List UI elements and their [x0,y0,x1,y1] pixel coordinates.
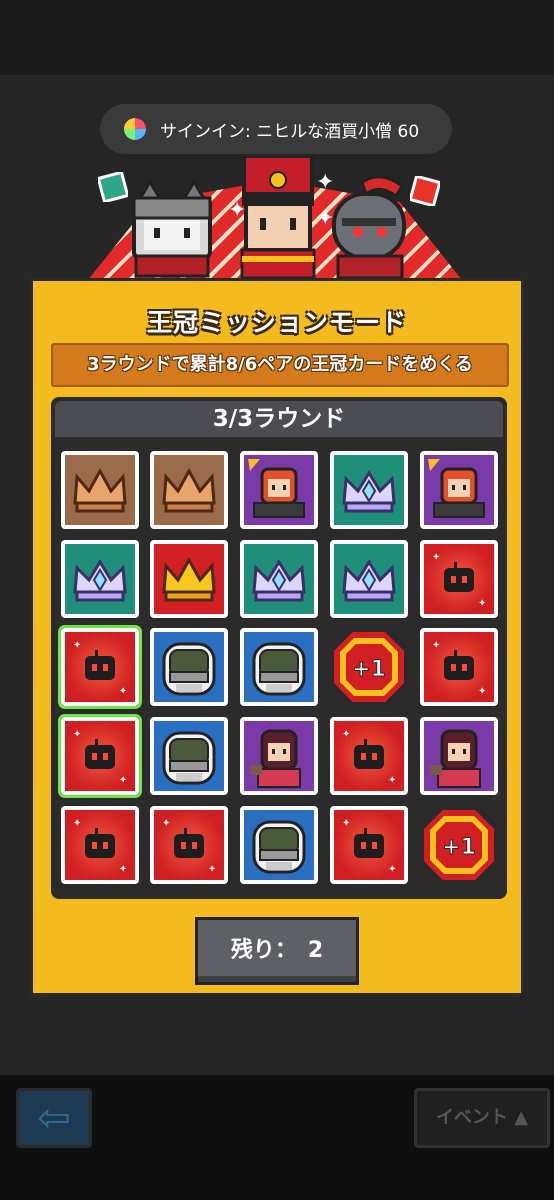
card-card-back[interactable]: ✦ ✦ [420,540,498,618]
svg-text:✦: ✦ [342,818,350,829]
sparkle-icon: ✦ [316,206,335,231]
svg-text:✦: ✦ [478,598,486,609]
card-plus-one[interactable]: +1 [330,628,408,706]
round-counter: 3/3ラウンド [55,401,503,437]
card-character-astronaut[interactable] [240,628,318,706]
crown-diamond-art [244,544,314,614]
card-crown-diamond[interactable] [240,540,318,618]
knight-cat-character [132,180,212,278]
card-card-back[interactable]: ✦ ✦ [330,806,408,884]
game-center-icon [124,118,146,140]
svg-text:✦: ✦ [342,729,350,740]
card-back-art: ✦✦ [424,632,494,702]
card-card-back[interactable]: ✦ ✦ [61,806,139,884]
card-back-art: ✦✦ [65,810,135,880]
svg-text:✦: ✦ [73,640,81,651]
card-card-back[interactable]: ✦ ✦ [330,717,408,795]
svg-text:✦: ✦ [432,552,440,563]
card-crown-diamond[interactable] [61,540,139,618]
card-character-astronaut[interactable] [240,806,318,884]
svg-text:✦: ✦ [119,864,127,875]
floating-card-icon [410,176,440,206]
character-astronaut-art [154,632,224,702]
card-card-back[interactable]: ✦ ✦ [150,806,228,884]
card-card-back[interactable]: ✦ ✦ [420,628,498,706]
svg-text:✦: ✦ [119,686,127,697]
character-purple-girl-art [424,721,494,791]
character-red-girl-art [244,455,314,525]
card-crown-bronze[interactable] [61,451,139,529]
sparkle-icon: ✦ [228,198,247,223]
card-character-purple-girl[interactable] [420,717,498,795]
crown-bronze-art [154,455,224,525]
card-character-red-girl[interactable] [420,451,498,529]
character-purple-girl-art [244,721,314,791]
character-astronaut-art [154,721,224,791]
plus-one-bonus-icon: +1 [420,806,498,884]
crown-mission-panel: 王冠ミッションモード 3ラウンドで累計8/6ペアの王冠カードをめくる 3/3ラウ… [30,278,524,996]
card-back-art: ✦✦ [65,721,135,791]
card-card-back[interactable]: ✦ ✦ [61,628,139,706]
dark-knight-character [332,176,406,280]
card-back-art: ✦✦ [424,544,494,614]
svg-text:✦: ✦ [162,818,170,829]
floating-card-icon [98,172,128,202]
character-astronaut-art [244,810,314,880]
crown-diamond-art [334,455,404,525]
card-character-astronaut[interactable] [150,717,228,795]
svg-text:✦: ✦ [388,775,396,786]
panel-title: 王冠ミッションモード [146,308,407,337]
svg-text:✦: ✦ [73,729,81,740]
svg-text:✦: ✦ [119,775,127,786]
crown-bronze-art [65,455,135,525]
crown-diamond-art [65,544,135,614]
card-card-back[interactable]: ✦ ✦ [61,717,139,795]
character-astronaut-art [244,632,314,702]
card-crown-diamond[interactable] [330,451,408,529]
card-back-art: ✦✦ [334,721,404,791]
remaining-button[interactable]: 残り： 2 [195,917,359,985]
svg-text:✦: ✦ [73,818,81,829]
event-button[interactable]: イベント ▲ [414,1088,550,1148]
crown-gold-art [154,544,224,614]
character-red-girl-art [424,455,494,525]
mission-description: 3ラウンドで累計8/6ペアの王冠カードをめくる [51,343,509,387]
card-character-red-girl[interactable] [240,451,318,529]
card-back-art: ✦✦ [154,810,224,880]
card-back-art: ✦✦ [334,810,404,880]
card-plus-one[interactable]: +1 [420,806,498,884]
svg-text:✦: ✦ [388,864,396,875]
svg-text:✦: ✦ [432,640,440,651]
plus-one-label: +1 [442,835,476,860]
card-crown-gold[interactable] [150,540,228,618]
plus-one-bonus-icon: +1 [330,628,408,706]
sparkle-icon: ✦ [316,170,335,195]
signin-text: サインイン: ニヒルな酒買小僧 60 [160,121,420,142]
card-character-purple-girl[interactable] [240,717,318,795]
crown-diamond-art [334,544,404,614]
card-board: 3/3ラウンド ✦ ✦ ✦ ✦ +1 ✦ ✦ ✦ ✦ ✦ ✦ ✦ ✦ ✦ ✦ ✦ ✦ +1 [51,397,507,899]
signin-notification: サインイン: ニヒルな酒買小僧 60 [100,104,452,154]
back-arrow-icon: ⇦ [37,1095,71,1141]
card-crown-bronze[interactable] [150,451,228,529]
card-back-art: ✦✦ [65,632,135,702]
svg-text:✦: ✦ [208,864,216,875]
card-crown-diamond[interactable] [330,540,408,618]
plus-one-label: +1 [352,657,386,682]
svg-text:✦: ✦ [478,686,486,697]
card-character-astronaut[interactable] [150,628,228,706]
back-button[interactable]: ⇦ [16,1088,92,1148]
